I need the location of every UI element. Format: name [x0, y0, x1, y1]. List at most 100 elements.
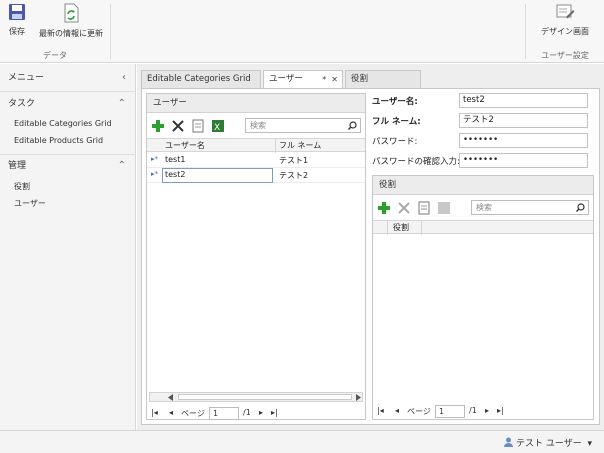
search-icon[interactable] [348, 121, 357, 130]
scroll-left-icon[interactable] [168, 394, 174, 401]
username-field[interactable]: test2 [459, 93, 588, 108]
confirm-password-field[interactable]: ••••••• [459, 153, 588, 168]
next-page-icon[interactable]: ▸ [485, 406, 489, 415]
design-icon [556, 4, 575, 19]
ribbon: 保存 最新の情報に更新 データ デザイン画面 ユーザー設定 [0, 0, 604, 63]
roles-panel-title: 役割 [373, 176, 593, 195]
admin-label: 管理 [8, 161, 27, 171]
save-button[interactable]: 保存 [5, 3, 29, 37]
search-placeholder: 検索 [250, 121, 266, 130]
ribbon-group-user-settings: デザイン画面 ユーザー設定 [526, 0, 604, 63]
admin-header[interactable]: 管理 ⌃ [0, 155, 136, 177]
table-row[interactable]: ▸* test1 テスト1 [147, 153, 365, 168]
first-page-icon[interactable]: |◂ [151, 408, 158, 417]
fullname-field[interactable]: テスト2 [459, 113, 588, 128]
menu-label: メニュー [8, 73, 45, 83]
chevron-left-icon[interactable]: ‹ [122, 67, 126, 89]
users-search-input[interactable]: 検索 [245, 118, 361, 133]
cell-username: test2 [165, 170, 186, 179]
cell-fullname: テスト2 [279, 171, 309, 180]
chevron-down-icon[interactable]: ▾ [585, 439, 592, 449]
tab-users[interactable]: ユーザー * ✕ [263, 70, 343, 89]
users-panel: ユーザー X 検索 ユーザー名 フル ネーム ▸* test1 テスト1 ▸* … [146, 93, 366, 420]
close-icon[interactable]: ✕ [331, 75, 338, 84]
tab-roles[interactable]: 役割 [345, 70, 421, 88]
user-icon [504, 437, 514, 447]
last-page-icon[interactable]: ▸| [497, 406, 504, 415]
first-page-icon[interactable]: |◂ [377, 406, 384, 415]
horizontal-scrollbar[interactable] [149, 392, 363, 402]
column-header-fullname[interactable]: フル ネーム [279, 140, 321, 151]
column-separator [421, 221, 422, 235]
password-field[interactable]: ••••••• [459, 133, 588, 148]
export-excel-icon[interactable]: X [211, 119, 225, 133]
search-icon[interactable] [576, 203, 585, 212]
page-total: /1 [243, 408, 251, 417]
column-separator [275, 139, 276, 153]
row-indicator-icon: ▸* [151, 155, 159, 163]
tab-extra: * ✕ [322, 71, 338, 88]
nav-item-roles[interactable]: 役割 [14, 181, 30, 192]
menu-header[interactable]: メニュー ‹ [0, 67, 136, 89]
roles-search-input[interactable]: 検索 [471, 200, 589, 215]
page-total: /1 [469, 406, 477, 415]
edit-document-icon[interactable] [417, 201, 431, 215]
edit-document-icon[interactable] [191, 119, 205, 133]
page-number-input[interactable]: 1 [209, 407, 239, 420]
divider [0, 91, 136, 92]
tab-label: Editable Categories Grid [147, 74, 251, 84]
tab-editable-categories-grid[interactable]: Editable Categories Grid [141, 70, 261, 88]
export-excel-icon[interactable] [437, 201, 451, 215]
roles-panel: 役割 検索 役割 |◂ ◂ ページ 1 /1 ▸ ▸| [372, 175, 594, 420]
confirm-password-label: パスワードの確認入力: [372, 157, 460, 167]
delete-icon[interactable] [397, 201, 411, 215]
tab-label: ユーザー [269, 74, 303, 84]
delete-icon[interactable] [171, 119, 185, 133]
refresh-button[interactable]: 最新の情報に更新 [36, 3, 106, 39]
column-header-role[interactable]: 役割 [393, 222, 409, 233]
status-bar: テスト ユーザー ▾ [0, 430, 604, 453]
username-label: ユーザー名: [372, 97, 418, 107]
chevron-up-icon[interactable]: ⌃ [118, 155, 126, 177]
add-icon[interactable] [151, 119, 165, 133]
user-menu[interactable]: テスト ユーザー ▾ [504, 436, 592, 449]
add-icon[interactable] [377, 201, 391, 215]
save-label: 保存 [9, 27, 25, 36]
roles-pager: |◂ ◂ ページ 1 /1 ▸ ▸| [377, 404, 589, 420]
main-area: Editable Categories Grid ユーザー * ✕ 役割 ユーザ… [137, 64, 604, 430]
column-header-username[interactable]: ユーザー名 [165, 140, 205, 151]
nav-item-editable-categories-grid[interactable]: Editable Categories Grid [14, 119, 112, 128]
chevron-up-icon[interactable]: ⌃ [118, 93, 126, 115]
ribbon-group-data: 保存 最新の情報に更新 データ [0, 0, 110, 63]
ribbon-group-data-label: データ [43, 51, 67, 60]
ribbon-group-user-settings-label: ユーザー設定 [541, 51, 589, 60]
prev-page-icon[interactable]: ◂ [395, 406, 399, 415]
page-number-input[interactable]: 1 [435, 405, 465, 418]
roles-toolbar: 検索 [373, 198, 593, 218]
nav-item-editable-products-grid[interactable]: Editable Products Grid [14, 136, 103, 145]
nav-item-users[interactable]: ユーザー [14, 198, 46, 209]
refresh-icon [64, 3, 79, 23]
tasks-label: タスク [8, 99, 36, 109]
save-icon [9, 4, 25, 20]
scrollbar-thumb[interactable] [178, 394, 352, 400]
tab-label: 役割 [351, 74, 369, 84]
last-page-icon[interactable]: ▸| [271, 408, 278, 417]
user-name: テスト ユーザー [516, 439, 582, 449]
table-row-selected[interactable]: ▸* test2 テスト2 [147, 168, 365, 183]
next-page-icon[interactable]: ▸ [259, 408, 263, 417]
page-label: ページ [407, 407, 431, 416]
design-screen-button[interactable]: デザイン画面 [530, 3, 600, 37]
password-label: パスワード: [372, 137, 418, 147]
design-label: デザイン画面 [541, 27, 589, 36]
scroll-right-icon[interactable] [355, 394, 361, 401]
prev-page-icon[interactable]: ◂ [169, 408, 173, 417]
fullname-label: フル ネーム: [372, 117, 421, 127]
left-navigation: メニュー ‹ タスク ⌃ Editable Categories Grid Ed… [0, 64, 136, 430]
svg-text:X: X [214, 123, 220, 133]
tab-content: ユーザー X 検索 ユーザー名 フル ネーム ▸* test1 テスト1 ▸* … [141, 88, 600, 425]
tasks-header[interactable]: タスク ⌃ [0, 93, 136, 115]
cell-username: test1 [165, 155, 186, 164]
row-indicator-icon: ▸* [151, 170, 159, 178]
page-label: ページ [181, 409, 205, 418]
